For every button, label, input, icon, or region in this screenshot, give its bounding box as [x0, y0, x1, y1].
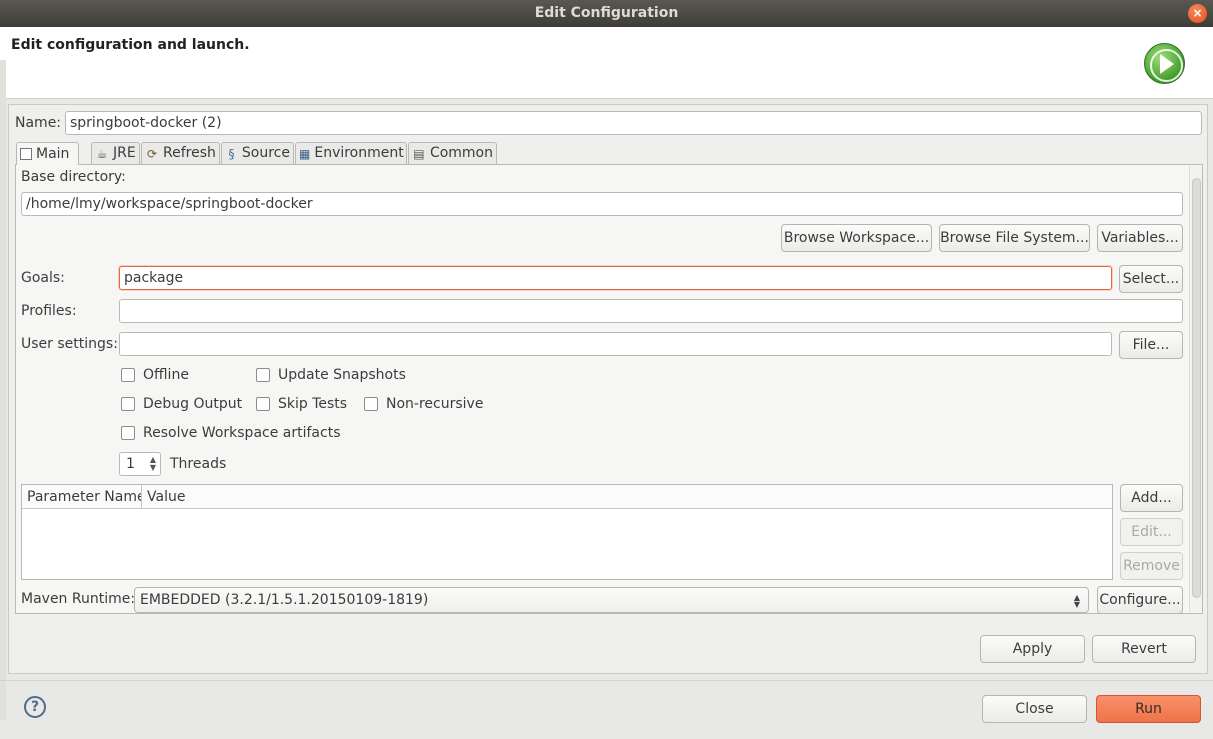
- goals-field[interactable]: package: [119, 266, 1112, 290]
- debug-output-checkbox[interactable]: [121, 397, 135, 411]
- update-snapshots-label: Update Snapshots: [278, 367, 406, 383]
- name-label: Name:: [15, 115, 62, 131]
- maven-runtime-label: Maven Runtime:: [21, 591, 136, 607]
- tab-environment-label: Environment: [314, 145, 404, 161]
- tab-source[interactable]: § Source: [221, 142, 294, 164]
- goals-select-button[interactable]: Select...: [1119, 265, 1183, 293]
- offline-label: Offline: [143, 367, 189, 383]
- tab-source-label: Source: [241, 145, 290, 161]
- tab-main-label: Main: [36, 145, 70, 162]
- window-title: Edit Configuration: [534, 5, 679, 21]
- help-icon[interactable]: ?: [24, 696, 46, 718]
- browse-file-system-button[interactable]: Browse File System...: [939, 224, 1090, 252]
- close-button[interactable]: Close: [982, 695, 1087, 723]
- tab-refresh-label: Refresh: [163, 145, 216, 161]
- configure-runtime-button[interactable]: Configure...: [1097, 586, 1183, 614]
- parameters-table-header: Parameter Name Value: [22, 485, 1112, 509]
- tab-refresh[interactable]: ⟳ Refresh: [141, 142, 220, 164]
- offline-option[interactable]: Offline: [121, 367, 189, 383]
- select-arrows-icon: ▲ ▼: [1073, 593, 1080, 609]
- source-icon: §: [228, 146, 235, 161]
- tab-jre-label: JRE: [113, 145, 136, 161]
- skip-tests-option[interactable]: Skip Tests: [256, 396, 347, 412]
- maven-runtime-value: EMBEDDED (3.2.1/1.5.1.20150109-1819): [140, 592, 429, 608]
- browse-workspace-button[interactable]: Browse Workspace...: [781, 224, 932, 252]
- apply-button[interactable]: Apply: [980, 635, 1085, 663]
- main-tab-icon: [20, 148, 32, 160]
- footer-divider: [0, 680, 1213, 681]
- tab-common[interactable]: ▤ Common: [408, 142, 497, 164]
- resolve-workspace-option[interactable]: Resolve Workspace artifacts: [121, 425, 340, 441]
- header-title: Edit configuration and launch.: [11, 37, 250, 53]
- profiles-field[interactable]: [119, 299, 1183, 323]
- background-window-edge: [0, 60, 6, 720]
- close-window-icon[interactable]: ×: [1188, 4, 1207, 23]
- threads-label: Threads: [170, 456, 227, 472]
- revert-button[interactable]: Revert: [1092, 635, 1196, 663]
- spinner-arrows-icon[interactable]: ▲ ▼: [150, 456, 156, 472]
- jre-icon: ☕: [96, 146, 108, 161]
- threads-value: 1: [126, 456, 135, 472]
- goals-label: Goals:: [21, 270, 65, 286]
- maven-runtime-select[interactable]: EMBEDDED (3.2.1/1.5.1.20150109-1819) ▲ ▼: [134, 587, 1089, 613]
- debug-output-option[interactable]: Debug Output: [121, 396, 242, 412]
- offline-checkbox[interactable]: [121, 368, 135, 382]
- window-title-bar: Edit Configuration: [0, 0, 1213, 27]
- user-settings-file-button[interactable]: File...: [1119, 331, 1183, 359]
- resolve-workspace-label: Resolve Workspace artifacts: [143, 425, 341, 441]
- tab-common-label: Common: [429, 145, 493, 161]
- scrollbar-thumb[interactable]: [1192, 178, 1201, 598]
- variables-button[interactable]: Variables...: [1097, 224, 1183, 252]
- tab-environment[interactable]: ▦ Environment: [295, 142, 407, 164]
- remove-parameter-button[interactable]: Remove: [1120, 552, 1183, 580]
- add-parameter-button[interactable]: Add...: [1120, 484, 1183, 512]
- column-value[interactable]: Value: [142, 485, 542, 509]
- non-recursive-option[interactable]: Non-recursive: [364, 396, 483, 412]
- threads-control: 1 ▲ ▼ Threads: [119, 452, 226, 476]
- edit-parameter-button[interactable]: Edit...: [1120, 518, 1183, 546]
- non-recursive-label: Non-recursive: [386, 396, 484, 412]
- name-field[interactable]: springboot-docker (2): [65, 111, 1202, 135]
- common-icon: ▤: [413, 146, 425, 161]
- tab-jre[interactable]: ☕ JRE: [91, 142, 140, 164]
- skip-tests-checkbox[interactable]: [256, 397, 270, 411]
- run-launch-icon: [1144, 43, 1185, 84]
- update-snapshots-option[interactable]: Update Snapshots: [256, 367, 406, 383]
- base-directory-field[interactable]: /home/lmy/workspace/springboot-docker: [21, 192, 1183, 216]
- resolve-workspace-checkbox[interactable]: [121, 426, 135, 440]
- panel-scrollbar[interactable]: [1189, 166, 1202, 612]
- environment-icon: ▦: [299, 146, 311, 161]
- user-settings-field[interactable]: [119, 332, 1112, 356]
- refresh-icon: ⟳: [146, 146, 158, 161]
- run-button[interactable]: Run: [1096, 695, 1201, 723]
- update-snapshots-checkbox[interactable]: [256, 368, 270, 382]
- profiles-label: Profiles:: [21, 303, 77, 319]
- base-directory-label: Base directory:: [21, 169, 126, 185]
- debug-output-label: Debug Output: [143, 396, 243, 412]
- non-recursive-checkbox[interactable]: [364, 397, 378, 411]
- threads-spinner[interactable]: 1 ▲ ▼: [119, 452, 161, 476]
- skip-tests-label: Skip Tests: [278, 396, 348, 412]
- tab-main[interactable]: Main: [16, 142, 79, 165]
- column-parameter-name[interactable]: Parameter Name: [22, 485, 142, 509]
- user-settings-label: User settings:: [21, 336, 118, 352]
- parameters-table[interactable]: Parameter Name Value: [21, 484, 1113, 580]
